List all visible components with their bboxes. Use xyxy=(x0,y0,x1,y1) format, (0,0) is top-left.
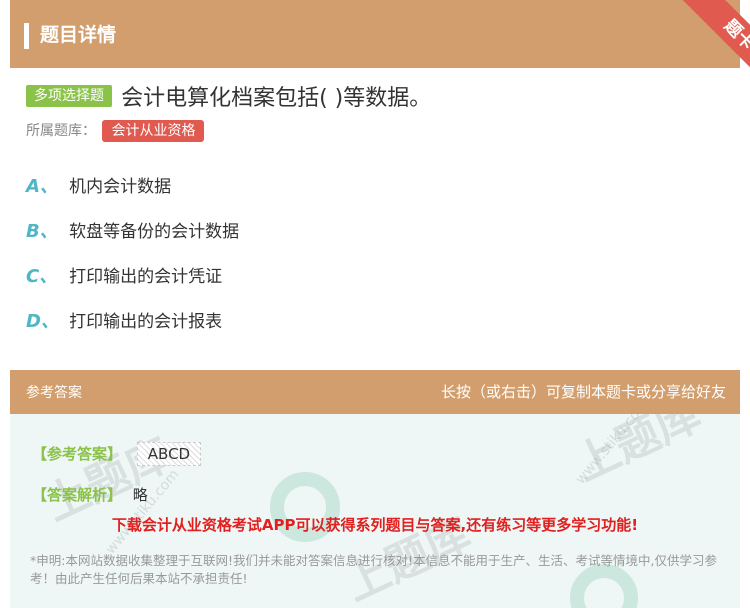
option-text: 机内会计数据 xyxy=(69,177,172,197)
card-header: 题目详情 题卡 xyxy=(10,0,750,82)
reference-answer-value: ABCD xyxy=(136,442,202,466)
share-hint: 长按（或右击）可复制本题卡或分享给好友 xyxy=(440,383,726,401)
option-letter: D、 xyxy=(26,311,59,332)
option-letter: B、 xyxy=(26,221,58,242)
question-type-badge: 多项选择题 xyxy=(26,85,112,107)
analysis-label: 【答案解析】 xyxy=(32,486,123,504)
option-letter: C、 xyxy=(26,266,58,287)
app-download-link[interactable]: 下载会计从业资格考试APP可以获得系列题目与答案,还有练习等更多学习功能! xyxy=(10,514,740,535)
disclaimer-text: *申明:本网站数据收集整理于互联网!我们并未能对答案信息进行核对!本信息不能用于… xyxy=(30,553,717,586)
bank-tag[interactable]: 会计从业资格 xyxy=(102,120,205,142)
ribbon-label: 题卡 xyxy=(682,0,750,82)
question-stem: 多项选择题 会计电算化档案包括( )等数据。 xyxy=(26,80,726,112)
analysis-row: 【答案解析】 略 xyxy=(32,484,148,505)
answer-body: 上题库 上题库 上题库 www.stiku.com www.stiku.com … xyxy=(10,414,740,608)
option-letter: A、 xyxy=(26,176,58,197)
option-text: 打印输出的会计报表 xyxy=(69,312,223,332)
option-c[interactable]: C、 打印输出的会计凭证 xyxy=(26,262,239,307)
question-bank: 所属题库： 会计从业资格 xyxy=(26,120,205,142)
analysis-text: 略 xyxy=(132,486,148,504)
answer-title: 参考答案 xyxy=(26,385,82,401)
bank-label: 所属题库： xyxy=(26,123,96,139)
option-text: 打印输出的会计凭证 xyxy=(69,267,223,287)
option-b[interactable]: B、 软盘等备份的会计数据 xyxy=(26,217,239,262)
reference-answer-label: 【参考答案】 xyxy=(32,445,123,463)
answer-header: 参考答案 长按（或右击）可复制本题卡或分享给好友 xyxy=(10,370,740,414)
question-card: 题目详情 题卡 多项选择题 会计电算化档案包括( )等数据。 所属题库： 会计从… xyxy=(10,0,750,608)
page-title: 题目详情 xyxy=(40,24,117,46)
option-text: 软盘等备份的会计数据 xyxy=(69,222,240,242)
options-list: A、 机内会计数据 B、 软盘等备份的会计数据 C、 打印输出的会计凭证 D、 … xyxy=(26,172,239,352)
option-a[interactable]: A、 机内会计数据 xyxy=(26,172,239,217)
header-accent-bar xyxy=(24,23,29,49)
reference-answer-row: 【参考答案】 ABCD xyxy=(32,442,202,466)
ribbon-corner: 题卡 xyxy=(662,0,750,82)
option-d[interactable]: D、 打印输出的会计报表 xyxy=(26,307,239,352)
question-text: 会计电算化档案包括( )等数据。 xyxy=(121,86,432,111)
